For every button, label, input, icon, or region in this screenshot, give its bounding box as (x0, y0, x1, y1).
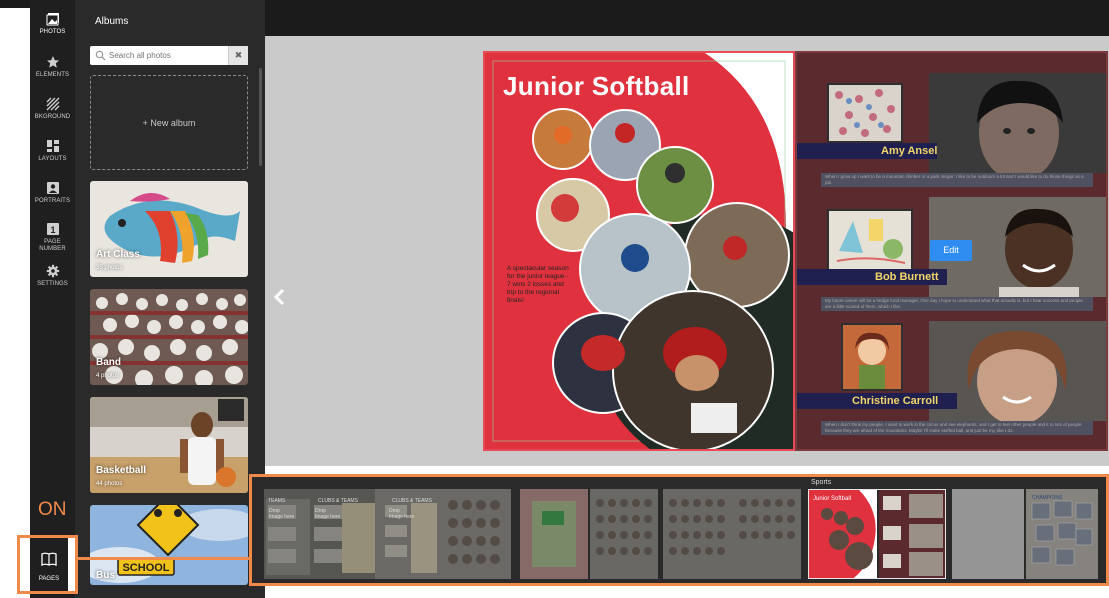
annotation-connector (78, 557, 249, 560)
pages-button-inner[interactable]: PAGES (30, 538, 68, 591)
softball-collage (485, 53, 793, 449)
album-card-band[interactable]: Band 4 photos (90, 289, 248, 385)
spread-caption[interactable]: A spectacular season for the junior leag… (507, 265, 571, 305)
album-name: Art Class (96, 249, 140, 260)
layouts-icon (46, 140, 59, 152)
clear-search-button[interactable]: ✖ (228, 46, 248, 65)
rail-item-portraits[interactable]: PORTRAITS (30, 181, 75, 205)
profile-artwork[interactable] (827, 83, 903, 143)
album-panel-title: Albums (95, 16, 129, 27)
album-name: Band (96, 357, 121, 368)
profile-name[interactable]: Bob Burnett (875, 271, 939, 283)
new-album-button[interactable]: + New album (90, 75, 248, 170)
rail-label-background: BKGROUND (34, 114, 71, 120)
profile-bio[interactable]: When I don't think my people, I want to … (821, 421, 1093, 435)
page-thumbnail[interactable]: CHAMPIONS (952, 489, 1098, 579)
photos-icon (46, 13, 59, 26)
rail-label-settings: SETTINGS (37, 281, 68, 287)
profile-bio[interactable]: When I grow up I want to be a mountain c… (821, 173, 1093, 187)
book-icon (41, 552, 57, 566)
profile-name[interactable]: Amy Ansel (881, 145, 937, 157)
album-name: Basketball (96, 465, 147, 476)
star-icon (46, 56, 59, 68)
album-name: Bus (96, 570, 115, 581)
thumbnail-overlay (520, 489, 658, 579)
search-icon (95, 50, 106, 61)
album-count: 35 photos (96, 265, 123, 271)
rail-label-photos: PHOTOS (39, 29, 66, 35)
drop-image-placeholder[interactable]: Drop Image here (269, 508, 295, 520)
rail-item-page-number[interactable]: 1 PAGE NUMBER (30, 222, 75, 253)
rail-label-page-number: PAGE NUMBER (39, 239, 66, 252)
basketball-thumbnail (90, 397, 248, 493)
pages-button[interactable]: PAGES (17, 535, 78, 594)
page-thumbnail[interactable] (520, 489, 658, 579)
album-count: 4 photos (96, 373, 120, 379)
rail-item-elements[interactable]: ELEMENTS (30, 55, 75, 79)
album-panel: Albums ✖ + New album Art Class 35 photos (75, 0, 265, 598)
album-card-basketball[interactable]: Basketball 44 photos (90, 397, 248, 493)
spread-left-page[interactable]: Junior Softball A spectacular season for… (483, 51, 795, 451)
rail-label-elements: ELEMENTS (35, 72, 70, 78)
chevron-left-icon[interactable] (270, 287, 290, 307)
profile-photo[interactable] (929, 73, 1106, 181)
album-card-bus[interactable]: SCHOOL Bus (90, 505, 248, 585)
band-thumbnail (90, 289, 248, 385)
pages-strip: Sports Junior Softball CHAMPIONS TEAMS C… (249, 474, 1109, 586)
profile-bio[interactable]: My future career will be a hedge fund ma… (821, 297, 1093, 311)
drop-image-placeholder[interactable]: Drop Image here (315, 508, 341, 520)
page-number-icon: 1 (46, 223, 59, 235)
rail-item-settings[interactable]: SETTINGS (30, 264, 75, 288)
art-class-thumbnail (90, 181, 248, 277)
section-label: Sports (811, 479, 832, 486)
spread-title[interactable]: Junior Softball (503, 71, 690, 102)
svg-text:SCHOOL: SCHOOL (122, 562, 169, 574)
rail-label-layouts: LAYOUTS (38, 156, 67, 162)
album-scrollbar[interactable] (259, 68, 262, 166)
editor-root: PHOTOS ELEMENTS BKGROUND LAYOUTS PORTRAI… (0, 0, 1109, 598)
album-search: ✖ (90, 46, 248, 65)
rail-item-background[interactable]: BKGROUND (30, 97, 75, 121)
page-thumbnail[interactable] (663, 489, 801, 579)
thumbnail-title: CLUBS & TEAMS (318, 498, 358, 504)
pages-button-label: PAGES (38, 576, 60, 582)
search-input[interactable] (109, 48, 225, 63)
thumbnail-overlay (952, 489, 1098, 579)
gear-icon (46, 264, 59, 278)
rail-label-portraits: PORTRAITS (34, 198, 71, 204)
album-count: 44 photos (96, 481, 123, 487)
thumbnail-title: Junior Softball (813, 496, 851, 502)
drop-image-placeholder[interactable]: Drop Image here (389, 508, 415, 520)
edit-button[interactable]: Edit (930, 240, 972, 261)
page-thumbnail-active[interactable]: Junior Softball (808, 489, 946, 579)
thumbnail-title: CLUBS & TEAMS (392, 498, 432, 504)
thumbnail-overlay (663, 489, 801, 579)
portrait-icon (46, 182, 59, 194)
page-number-badge: 1 (50, 225, 55, 235)
album-card-art-class[interactable]: Art Class 35 photos (90, 181, 248, 277)
profile-artwork[interactable] (841, 323, 903, 391)
editor-toolbar (265, 8, 1109, 36)
profile-name[interactable]: Christine Carroll (852, 395, 938, 407)
thumbnail-title: TEAMS (268, 498, 286, 504)
rail-item-layouts[interactable]: LAYOUTS (30, 139, 75, 163)
stripes-icon (46, 97, 59, 111)
profile-artwork[interactable] (827, 209, 913, 271)
rail-item-photos[interactable]: PHOTOS (30, 12, 75, 36)
annotation-on-label: ON (38, 499, 67, 520)
